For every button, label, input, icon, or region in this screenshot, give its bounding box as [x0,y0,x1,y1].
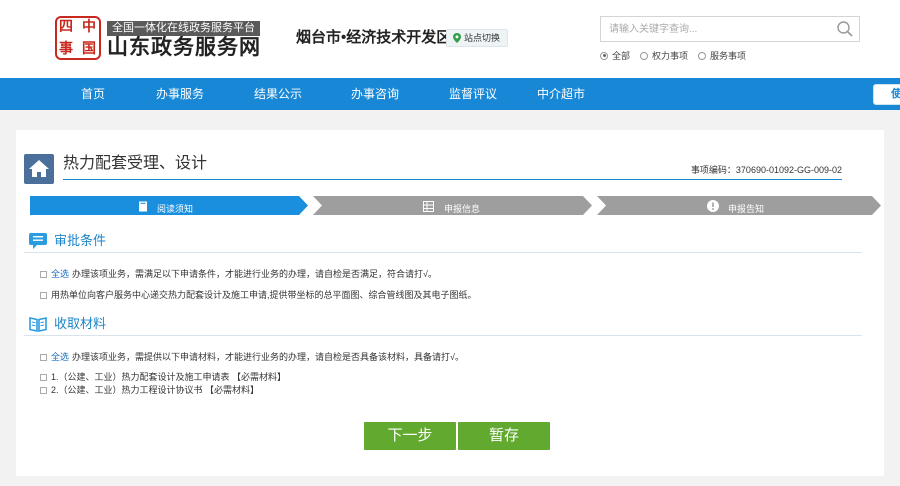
select-all-link[interactable]: 全选 [51,268,69,280]
next-step-button[interactable]: 下一步 [364,422,456,450]
document-icon [139,201,147,212]
search-box [600,16,860,42]
region-name: 烟台市•经济技术开发区 [296,29,452,46]
radio-selected[interactable] [600,51,608,60]
radio[interactable] [640,51,649,60]
approval-condition-row: 用热单位向客户服务中心递交热力配套设计及施工申请,提供带坐标的总平面图、综合管线… [40,289,477,301]
site-name[interactable]: 山东政务服务网 [107,36,261,60]
save-draft-button[interactable]: 暂存 [458,422,550,450]
scope-option-all[interactable]: 全部 [600,49,630,62]
material-text: 2.（公建、工业）热力工程设计协议书 【必需材料】 [51,385,260,395]
chat-bubble-icon [29,233,47,249]
location-pin-icon [453,33,461,43]
scope-label: 权力事项 [652,51,689,61]
condition-text: 用热单位向客户服务中心递交热力配套设计及施工申请,提供带坐标的总平面图、综合管线… [51,290,477,300]
section-divider [24,335,862,336]
search-icon[interactable] [836,20,854,38]
nav-item-consult[interactable]: 办事咨询 [351,78,399,110]
search-input[interactable] [609,22,829,37]
condition-checkbox[interactable] [40,291,47,299]
material-row: 1.（公建、工业）热力配套设计及施工申请表 【必需材料】 [40,371,286,383]
nav-item-results[interactable]: 结果公示 [254,78,302,110]
nav-item-home[interactable]: 首页 [81,78,105,110]
exclamation-icon [707,200,719,212]
materials-section-title: 收取材料 [54,316,107,331]
radio[interactable] [698,51,707,60]
scope-option-service[interactable]: 服务事项 [698,49,746,62]
logo-seal[interactable]: 四 中 事 国 [55,16,101,60]
select-all-link[interactable]: 全选 [51,351,69,363]
nav-item-services[interactable]: 办事服务 [156,78,204,110]
seal-char: 四 [59,19,73,35]
approval-select-all-row: 全选 办理该项业务，需满足以下申请条件，才能进行业务的办理，请自检是否满足，符合… [40,268,437,280]
step-3-label: 申报告知 [728,204,765,214]
seal-char: 事 [59,41,73,57]
page-title: 热力配套受理、设计 [63,155,208,172]
nav-user-button[interactable]: 使 [873,84,900,105]
section-divider [24,252,862,253]
search-scope: 全部 权力事项 服务事项 [600,49,746,62]
seal-char: 国 [82,41,96,57]
material-row: 2.（公建、工业）热力工程设计协议书 【必需材料】 [40,384,259,396]
logo-slogan: 全国一体化在线政务服务平台 [107,21,260,36]
seal-char: 中 [82,19,96,35]
material-checkbox[interactable] [40,386,47,394]
nav-item-supervision[interactable]: 监督评议 [449,78,497,110]
nav-item-agency-market[interactable]: 中介超市 [537,78,585,110]
materials-intro: 办理该项业务，需提供以下申请材料，才能进行业务的办理，请自检是否具备该材料，具备… [72,352,464,362]
approval-section-title: 审批条件 [54,233,107,248]
scope-label: 服务事项 [710,51,747,61]
step-2-label: 申报信息 [444,204,481,214]
open-book-icon [29,317,47,332]
select-all-checkbox[interactable] [40,270,47,278]
main-nav: 首页 办事服务 结果公示 办事咨询 监督评议 中介超市 [0,78,900,110]
site-switch-button[interactable]: 站点切换 [446,29,509,47]
home-icon [29,160,49,177]
approval-intro: 办理该项业务，需满足以下申请条件，才能进行业务的办理，请自检是否满足，符合请打√… [72,269,437,279]
item-code: 事项编码：370690-01092-GG-009-02 [690,165,842,175]
scope-label: 全部 [612,51,631,61]
materials-select-all-row: 全选 办理该项业务，需提供以下申请材料，才能进行业务的办理，请自检是否具备该材料… [40,351,464,363]
material-checkbox[interactable] [40,373,47,381]
select-all-checkbox[interactable] [40,353,47,361]
title-divider [63,179,842,180]
scope-option-power[interactable]: 权力事项 [640,49,688,62]
site-switch-label: 站点切换 [464,33,501,43]
material-text: 1.（公建、工业）热力配套设计及施工申请表 【必需材料】 [51,372,287,382]
step-1-label: 阅读须知 [157,204,194,214]
form-grid-icon [423,201,434,212]
home-icon-box[interactable] [24,154,54,184]
